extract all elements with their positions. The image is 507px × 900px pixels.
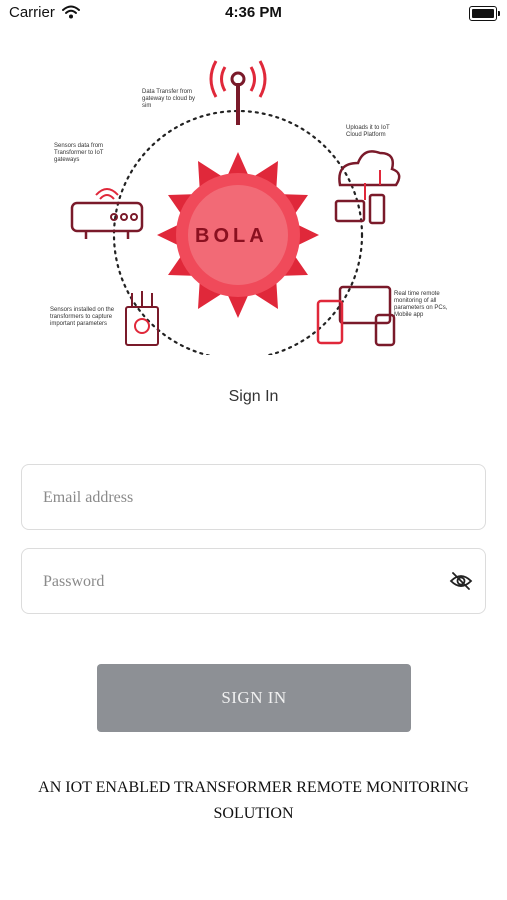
clock: 4:36 PM	[225, 4, 282, 21]
antenna-icon	[209, 60, 267, 125]
hero-illustration: BOLA Data Transfer from gateway to cloud…	[40, 55, 470, 355]
password-input[interactable]	[41, 549, 445, 615]
email-input[interactable]	[41, 465, 445, 531]
tagline: AN IOT ENABLED TRANSFORMER REMOTE MONITO…	[0, 775, 507, 827]
sign-in-button[interactable]: SIGN IN	[97, 664, 411, 732]
logo-text: BOLA	[195, 225, 268, 247]
label-realtime: Real time remote monitoring of all param…	[394, 291, 448, 318]
label-sensors-installed: Sensors installed on the transformers to…	[50, 307, 115, 327]
email-field[interactable]	[21, 464, 486, 531]
tagline-line-1: AN IOT ENABLED TRANSFORMER REMOTE MONITO…	[38, 779, 469, 796]
status-bar: Carrier 4:36 PM	[0, 0, 507, 28]
devices-icon	[316, 285, 396, 347]
eye-off-icon[interactable]	[449, 571, 473, 591]
router-icon	[70, 188, 144, 239]
password-field[interactable]	[21, 548, 486, 615]
label-uploads: Uploads it to IoT Cloud Platform	[346, 125, 390, 138]
battery-icon	[469, 6, 500, 21]
label-sensors-data: Sensors data from Transformer to IoT gat…	[54, 143, 104, 163]
tagline-line-2: SOLUTION	[213, 805, 294, 822]
sign-in-heading: Sign In	[228, 388, 279, 405]
cloud-icon	[334, 150, 401, 225]
label-data-transfer: Data Transfer from gateway to cloud by s…	[142, 89, 196, 109]
